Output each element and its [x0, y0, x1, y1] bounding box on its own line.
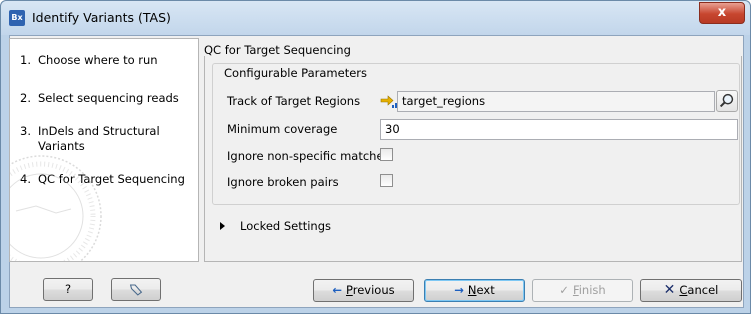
step-number: 3. — [20, 124, 31, 138]
check-icon: ✓ — [559, 283, 569, 297]
window-title: Identify Variants (TAS) — [32, 10, 171, 25]
panel-title: QC for Target Sequencing — [204, 43, 351, 57]
help-button[interactable]: ? — [43, 278, 93, 301]
track-arrow-icon — [380, 95, 397, 108]
seal-watermark-icon — [10, 155, 102, 261]
min-coverage-field[interactable]: 30 — [380, 119, 738, 140]
app-icon: Bx — [9, 10, 25, 26]
group-title: Configurable Parameters — [224, 66, 368, 80]
step-label: Select sequencing reads — [38, 91, 179, 105]
finish-button[interactable]: ✓ Finish — [532, 279, 633, 302]
reset-icon — [129, 284, 143, 296]
magnifier-icon — [719, 93, 734, 108]
reset-button[interactable] — [111, 278, 161, 301]
step-select-reads[interactable]: 2. Select sequencing reads — [20, 91, 188, 106]
step-label: InDels and Structural Variants — [38, 124, 160, 153]
x-icon: ✕ — [663, 282, 676, 298]
step-number: 2. — [20, 91, 31, 105]
step-number: 1. — [20, 53, 31, 67]
ignore-nonspecific-label: Ignore non-specific matches — [227, 149, 390, 163]
ignore-broken-label: Ignore broken pairs — [227, 175, 339, 189]
arrow-left-icon: ← — [332, 283, 343, 297]
title-bar[interactable]: Bx Identify Variants (TAS) x — [1, 1, 750, 35]
step-indels[interactable]: 3. InDels and Structural Variants — [20, 124, 188, 154]
cancel-button[interactable]: ✕ Cancel — [640, 279, 742, 302]
expand-triangle-icon[interactable] — [220, 222, 225, 230]
wizard-steps-panel: 1. Choose where to run 2. Select sequencin… — [9, 38, 199, 262]
ignore-nonspecific-checkbox[interactable] — [380, 148, 393, 161]
close-button[interactable]: x — [699, 2, 745, 24]
locked-settings-label[interactable]: Locked Settings — [240, 219, 331, 233]
browse-button[interactable] — [716, 90, 738, 112]
previous-button[interactable]: ← Previous — [313, 279, 414, 302]
next-button[interactable]: → Next — [424, 279, 525, 302]
track-label: Track of Target Regions — [227, 94, 361, 108]
track-field[interactable]: target_regions — [397, 91, 715, 112]
min-coverage-label: Minimum coverage — [227, 122, 338, 136]
ignore-broken-checkbox[interactable] — [380, 174, 393, 187]
step-choose-where-to-run[interactable]: 1. Choose where to run — [20, 53, 188, 68]
step-label: Choose where to run — [38, 53, 158, 67]
arrow-right-icon: → — [454, 283, 464, 297]
close-icon: x — [717, 5, 727, 20]
